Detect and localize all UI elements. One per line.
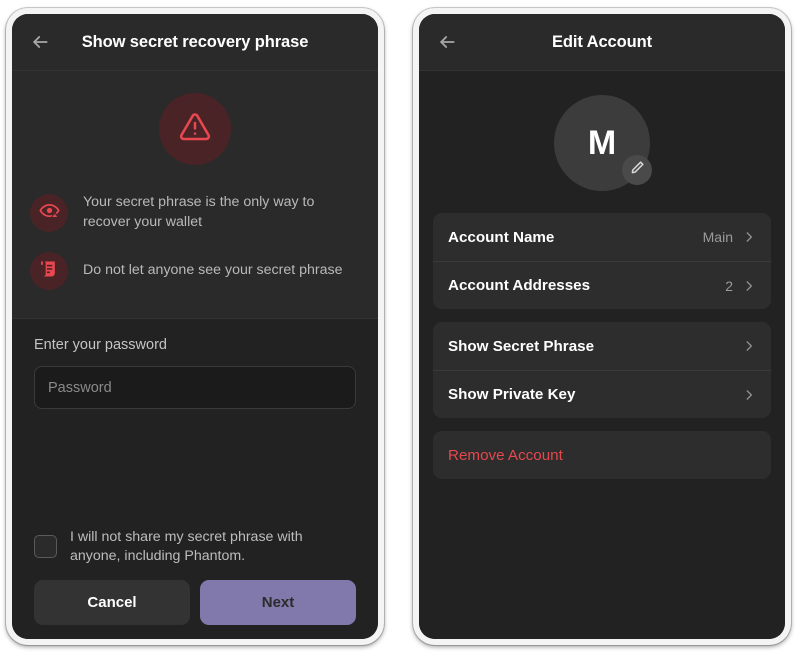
screen-edit-account: Edit Account M Account Name Main Account… xyxy=(419,14,785,639)
row-label: Account Name xyxy=(448,228,555,246)
phone-frame-left: Show secret recovery phrase Your secret … xyxy=(6,8,384,645)
warning-item: Do not let anyone see your secret phrase xyxy=(12,252,378,291)
row-account-name[interactable]: Account Name Main xyxy=(433,213,771,261)
warning-item-icon-badge xyxy=(30,193,68,232)
row-account-addresses[interactable]: Account Addresses 2 xyxy=(433,261,771,309)
phone-frame-right: Edit Account M Account Name Main Account… xyxy=(413,8,791,645)
left-header: Show secret recovery phrase xyxy=(12,14,378,71)
arrow-left-icon xyxy=(30,32,50,52)
warning-item-text: Your secret phrase is the only way to re… xyxy=(83,194,315,230)
consent-label: I will not share my secret phrase with a… xyxy=(70,528,303,564)
screenshot-stage: Show secret recovery phrase Your secret … xyxy=(0,0,800,653)
row-remove-account[interactable]: Remove Account xyxy=(433,431,771,479)
account-info-card: Account Name Main Account Addresses 2 xyxy=(433,213,771,309)
password-section: Enter your password I will not share my … xyxy=(12,319,378,639)
cancel-button[interactable]: Cancel xyxy=(34,580,190,625)
chevron-right-icon xyxy=(742,279,756,293)
arrow-left-icon xyxy=(437,32,457,52)
right-page-title: Edit Account xyxy=(552,32,652,51)
eye-warning-icon xyxy=(38,200,60,226)
pencil-icon xyxy=(630,160,645,180)
security-card: Show Secret Phrase Show Private Key xyxy=(433,322,771,418)
row-label: Show Private Key xyxy=(448,386,576,403)
warning-triangle-icon xyxy=(179,111,211,148)
action-button-row: Cancel Next xyxy=(34,580,356,639)
row-label: Remove Account xyxy=(448,446,563,464)
consent-checkbox[interactable] xyxy=(34,535,57,559)
flex-spacer xyxy=(34,409,356,527)
back-button-right[interactable] xyxy=(433,28,461,56)
chevron-right-icon xyxy=(742,388,756,402)
back-button-left[interactable] xyxy=(26,28,54,56)
chevron-right-icon xyxy=(742,339,756,353)
right-header: Edit Account xyxy=(419,14,785,71)
scroll-document-icon xyxy=(39,259,59,284)
warning-item-text: Do not let anyone see your secret phrase xyxy=(83,262,343,279)
chevron-right-icon xyxy=(742,230,756,244)
row-show-secret-phrase[interactable]: Show Secret Phrase xyxy=(433,322,771,370)
warning-section: Your secret phrase is the only way to re… xyxy=(12,71,378,320)
warning-icon-circle xyxy=(159,93,231,165)
row-value: Main xyxy=(702,229,733,245)
password-input[interactable] xyxy=(34,366,356,410)
row-value: 2 xyxy=(725,277,733,294)
row-label: Show Secret Phrase xyxy=(448,337,595,355)
remove-account-card: Remove Account xyxy=(433,431,771,479)
account-body: M Account Name Main Account Addresses 2 … xyxy=(419,71,785,639)
next-button[interactable]: Next xyxy=(200,580,356,625)
avatar-wrapper: M xyxy=(554,95,652,191)
warning-item-icon-badge xyxy=(30,252,68,291)
password-label: Enter your password xyxy=(34,337,167,354)
left-page-title: Show secret recovery phrase xyxy=(81,32,309,51)
warning-item: Your secret phrase is the only way to re… xyxy=(12,193,378,232)
consent-row[interactable]: I will not share my secret phrase with a… xyxy=(34,528,356,566)
avatar-edit-button[interactable] xyxy=(622,155,652,185)
row-show-private-key[interactable]: Show Private Key xyxy=(433,370,771,418)
row-label: Account Addresses xyxy=(448,277,591,294)
screen-show-secret-recovery-phrase: Show secret recovery phrase Your secret … xyxy=(12,14,378,639)
